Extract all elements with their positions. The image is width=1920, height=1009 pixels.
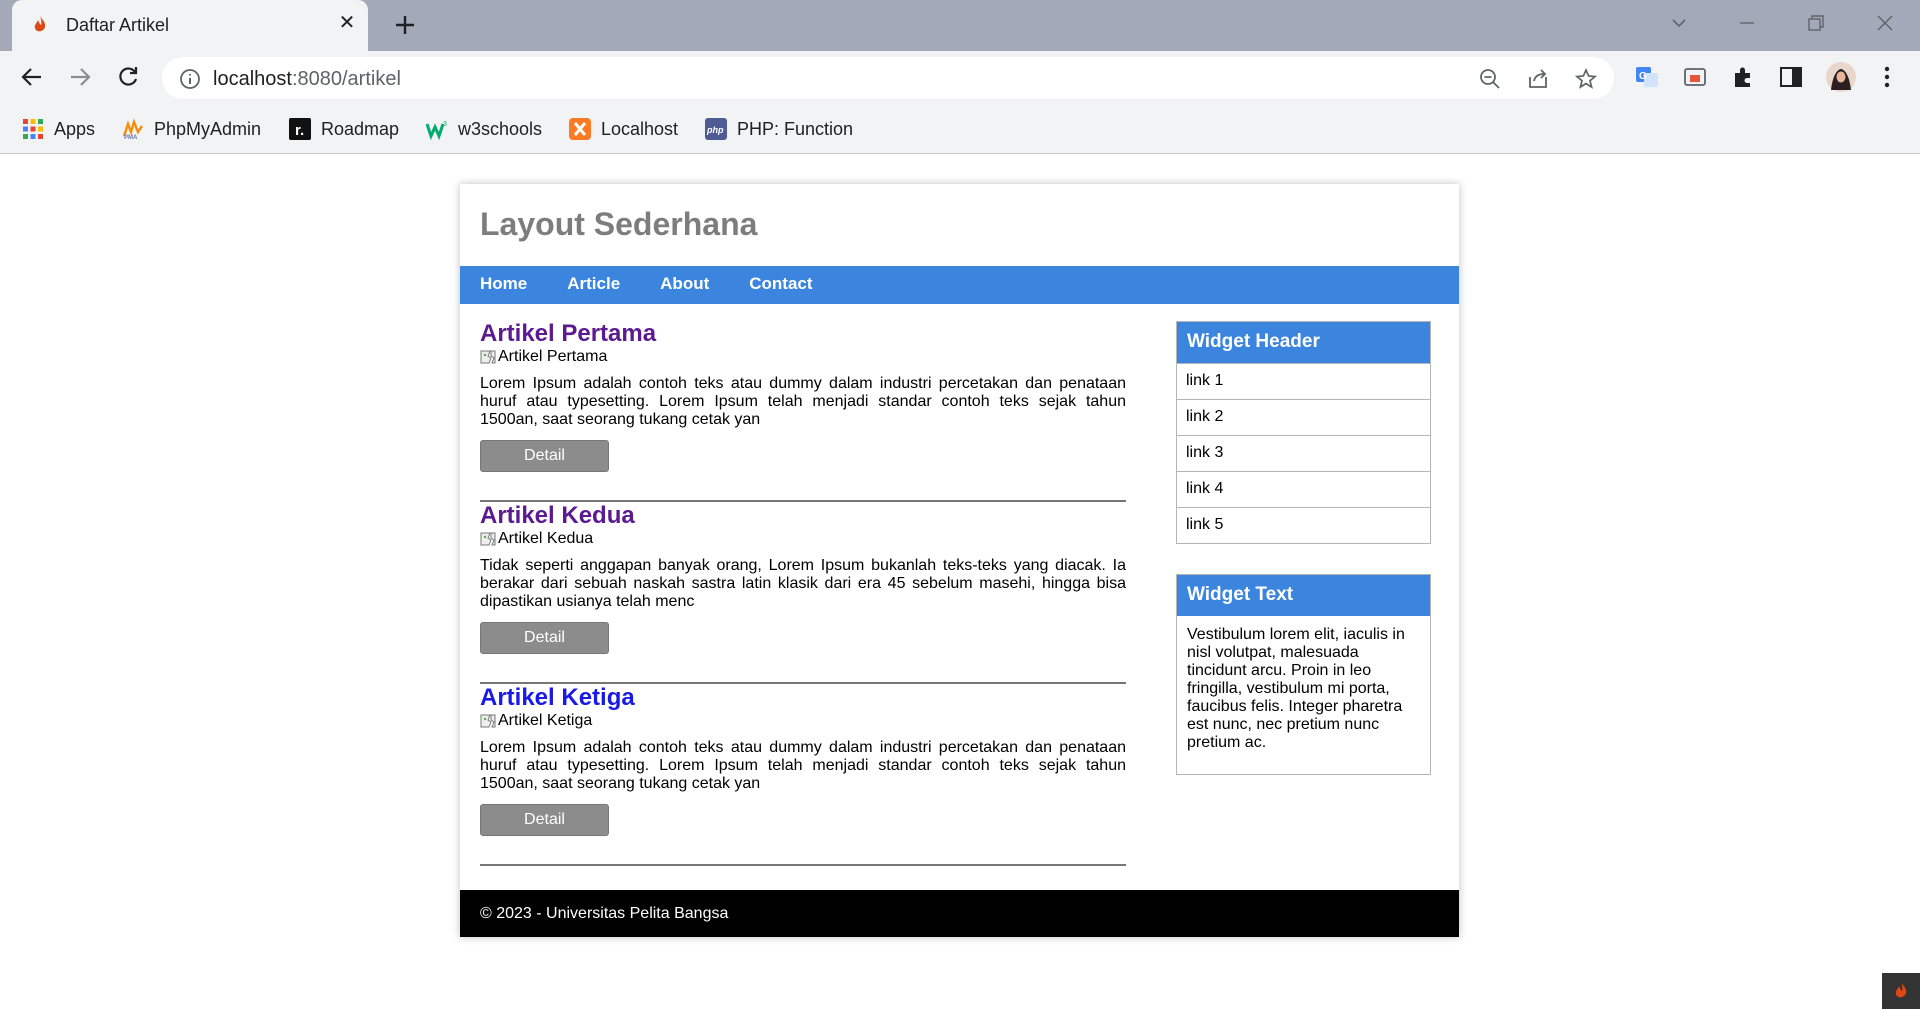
side-panel-icon[interactable]	[1778, 64, 1804, 90]
bookmark-localhost[interactable]: Localhost	[569, 114, 678, 144]
tab-title: Daftar Artikel	[66, 15, 170, 35]
bookmark-php-function[interactable]: php PHP: Function	[705, 114, 853, 144]
roadmap-icon: r.	[289, 118, 311, 140]
image-alt-text: Artikel Ketiga	[498, 712, 593, 729]
restore-icon[interactable]	[1805, 12, 1827, 34]
back-icon[interactable]	[18, 63, 46, 91]
url-host: localhost	[213, 68, 292, 90]
bookmark-label: PhpMyAdmin	[154, 118, 262, 139]
article-list: Artikel Pertama Artikel Pertama Lorem Ip…	[480, 320, 1126, 866]
nav-about[interactable]: About	[640, 266, 729, 304]
widget-header: Widget Header	[1177, 322, 1430, 363]
url-text: localhost:8080/artikel	[213, 68, 401, 91]
article-item: Artikel Pertama Artikel Pertama Lorem Ip…	[480, 320, 1126, 502]
bookmarks-bar: Apps PMA PhpMyAdmin r. Roadmap 3 w3schoo…	[0, 106, 1920, 154]
widget-text: Widget Text Vestibulum lorem elit, iacul…	[1176, 574, 1431, 775]
codeigniter-flame-icon	[1895, 982, 1907, 998]
bookmark-label: Apps	[54, 118, 96, 139]
close-tab-icon[interactable]: ✕	[337, 13, 357, 33]
broken-image-icon	[480, 532, 496, 546]
article-image: Artikel Ketiga	[480, 712, 592, 730]
article-item: Artikel Ketiga Artikel Ketiga Lorem Ipsu…	[480, 684, 1126, 866]
xampp-icon	[569, 118, 591, 140]
new-tab-icon[interactable]	[392, 12, 418, 38]
widget-link-list: link 1 link 2 link 3 link 4 link 5	[1177, 363, 1430, 543]
bookmark-phpmyadmin[interactable]: PMA PhpMyAdmin	[122, 114, 261, 144]
broken-image-icon	[480, 350, 496, 364]
article-image: Artikel Kedua	[480, 530, 593, 548]
tab-search-icon[interactable]	[1668, 12, 1690, 34]
article-title-link[interactable]: Artikel Kedua	[480, 502, 635, 530]
image-alt-text: Artikel Kedua	[498, 530, 594, 547]
zoom-out-icon[interactable]	[1478, 67, 1502, 91]
codeigniter-flame-icon	[34, 16, 46, 32]
article-excerpt: Lorem Ipsum adalah contoh teks atau dumm…	[480, 375, 1126, 428]
phpmyadmin-icon: PMA	[122, 118, 144, 140]
nav-article[interactable]: Article	[547, 266, 640, 304]
widget-link[interactable]: link 2	[1177, 399, 1430, 435]
minimize-icon[interactable]	[1736, 12, 1758, 34]
site-nav: Home Article About Contact	[460, 266, 1459, 304]
address-bar[interactable]: localhost:8080/artikel	[162, 57, 1614, 99]
nav-home[interactable]: Home	[460, 266, 547, 304]
widget-link[interactable]: link 3	[1177, 435, 1430, 471]
broken-image-icon	[480, 714, 496, 728]
page-viewport: Layout Sederhana Home Article About Cont…	[0, 154, 1920, 1009]
sidebar: Widget Header link 1 link 2 link 3 link …	[1176, 321, 1431, 805]
share-icon[interactable]	[1526, 67, 1550, 91]
bookmark-roadmap[interactable]: r. Roadmap	[289, 114, 399, 144]
svg-text:G: G	[1639, 71, 1647, 82]
close-window-icon[interactable]	[1874, 12, 1896, 34]
site-footer: © 2023 - Universitas Pelita Bangsa	[460, 890, 1459, 937]
widget-link[interactable]: link 1	[1177, 363, 1430, 399]
article-excerpt: Tidak seperti anggapan banyak orang, Lor…	[480, 557, 1126, 610]
article-title-link[interactable]: Artikel Ketiga	[480, 684, 635, 712]
browser-tabstrip: Daftar Artikel ✕	[0, 0, 1920, 51]
site-title: Layout Sederhana	[480, 206, 758, 242]
cast-icon[interactable]	[1682, 64, 1708, 90]
bookmark-label: w3schools	[458, 118, 543, 139]
site-container: Layout Sederhana Home Article About Cont…	[460, 184, 1459, 937]
bookmark-star-icon[interactable]	[1574, 67, 1598, 91]
widget-link[interactable]: link 5	[1177, 507, 1430, 543]
article-excerpt: Lorem Ipsum adalah contoh teks atau dumm…	[480, 739, 1126, 792]
browser-tab[interactable]: Daftar Artikel ✕	[12, 0, 368, 51]
url-path: :8080/artikel	[291, 68, 401, 90]
widget-header: Widget Text	[1177, 575, 1430, 616]
article-title-link[interactable]: Artikel Pertama	[480, 320, 656, 348]
bookmark-w3schools[interactable]: 3 w3schools	[426, 114, 542, 144]
site-info-icon[interactable]	[178, 67, 202, 91]
bookmark-label: Localhost	[601, 118, 679, 139]
google-translate-icon[interactable]: G	[1634, 64, 1660, 90]
forward-icon[interactable]	[66, 63, 94, 91]
apps-grid-icon	[23, 119, 43, 139]
widget-link[interactable]: link 4	[1177, 471, 1430, 507]
svg-text:php: php	[706, 125, 724, 135]
debug-toolbar-toggle[interactable]	[1882, 973, 1920, 1009]
detail-button[interactable]: Detail	[480, 622, 609, 654]
image-alt-text: Artikel Pertama	[498, 348, 608, 365]
article-image: Artikel Pertama	[480, 348, 607, 366]
reload-icon[interactable]	[114, 63, 142, 91]
nav-contact[interactable]: Contact	[729, 266, 832, 304]
detail-button[interactable]: Detail	[480, 804, 609, 836]
w3schools-icon: 3	[426, 121, 447, 140]
svg-text:PMA: PMA	[124, 135, 138, 140]
profile-avatar[interactable]	[1826, 62, 1856, 92]
detail-button[interactable]: Detail	[480, 440, 609, 472]
chrome-menu-icon[interactable]	[1874, 64, 1900, 90]
extensions-puzzle-icon[interactable]	[1730, 64, 1756, 90]
svg-text:3: 3	[443, 121, 447, 128]
svg-text:r.: r.	[295, 122, 304, 139]
browser-toolbar: localhost:8080/artikel G	[0, 51, 1920, 106]
bookmark-label: Roadmap	[321, 118, 400, 139]
article-item: Artikel Kedua Artikel Kedua Tidak sepert…	[480, 502, 1126, 684]
bookmark-label: PHP: Function	[737, 118, 854, 139]
widget-links: Widget Header link 1 link 2 link 3 link …	[1176, 321, 1431, 544]
site-header: Layout Sederhana	[460, 184, 1459, 266]
bookmark-apps[interactable]: Apps	[22, 114, 95, 144]
php-icon: php	[705, 118, 727, 140]
widget-body: Vestibulum lorem elit, iaculis in nisl v…	[1187, 626, 1405, 751]
